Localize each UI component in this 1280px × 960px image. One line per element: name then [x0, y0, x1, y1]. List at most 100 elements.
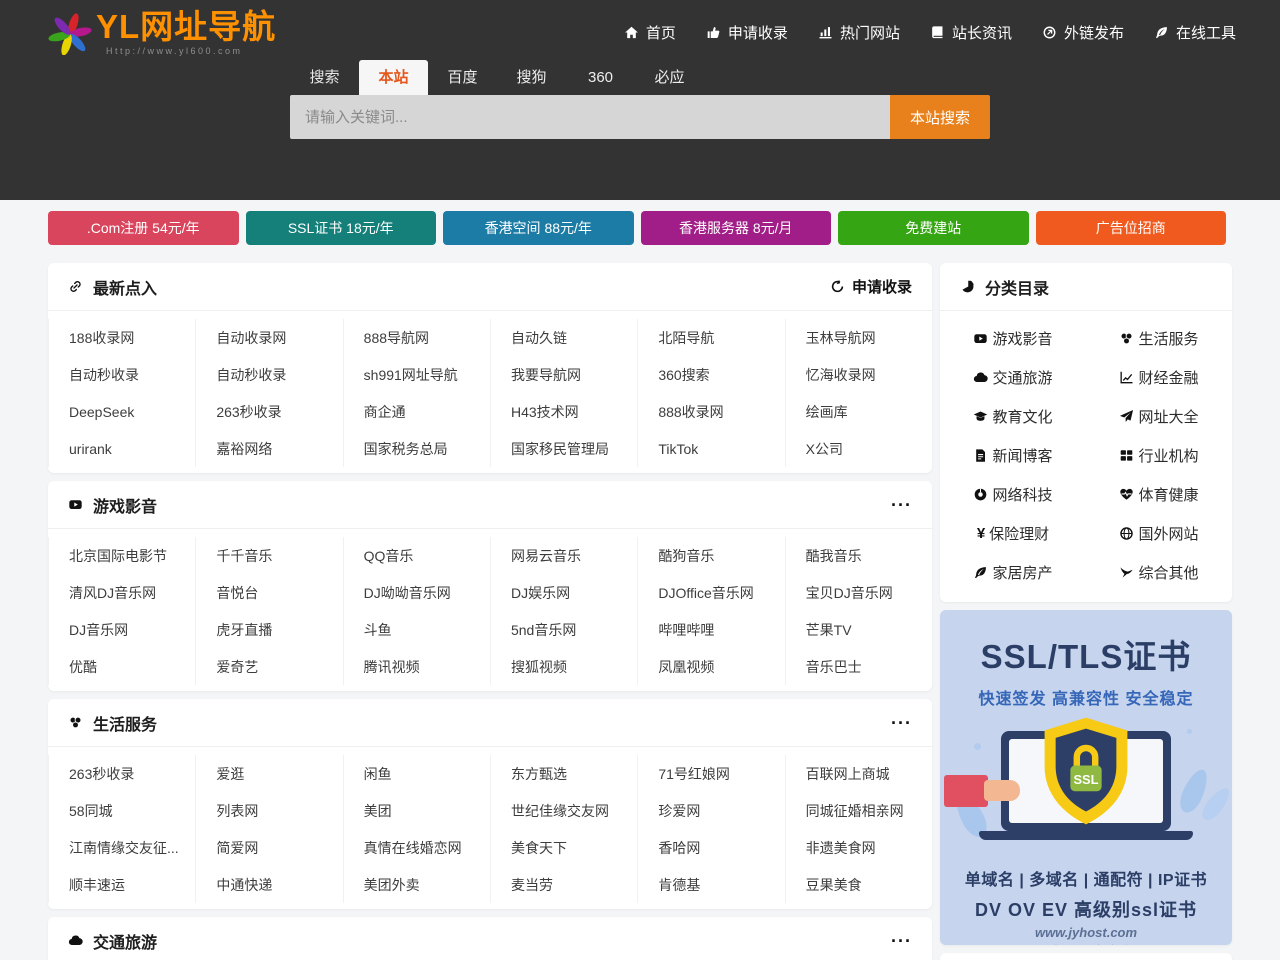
- site-link[interactable]: 自动秒收录: [48, 356, 195, 393]
- site-link[interactable]: 凤凰视频: [637, 648, 784, 685]
- site-link[interactable]: 我要导航网: [490, 356, 637, 393]
- search-button[interactable]: 本站搜索: [890, 95, 990, 139]
- site-link[interactable]: 非遗美食网: [785, 829, 932, 866]
- promo-banner[interactable]: SSL证书 18元/年: [246, 211, 437, 245]
- site-link[interactable]: 腾讯视频: [343, 648, 490, 685]
- site-link[interactable]: 珍爱网: [637, 792, 784, 829]
- site-link[interactable]: 音乐巴士: [785, 648, 932, 685]
- site-link[interactable]: 中通快递: [195, 866, 342, 903]
- site-link[interactable]: 豆果美食: [785, 866, 932, 903]
- site-link[interactable]: 香哈网: [637, 829, 784, 866]
- ssl-ad-banner[interactable]: SSL/TLS证书 快速签发 高兼容性 安全稳定 SSL: [940, 610, 1232, 945]
- search-engine-tab[interactable]: 必应: [635, 60, 704, 95]
- promo-banner[interactable]: 广告位招商: [1036, 211, 1227, 245]
- nav-item[interactable]: 热门网站: [818, 22, 900, 43]
- site-link[interactable]: 爱逛: [195, 755, 342, 792]
- site-link[interactable]: X公司: [785, 430, 932, 467]
- category-item[interactable]: 家居房产: [940, 553, 1086, 592]
- site-link[interactable]: 美团: [343, 792, 490, 829]
- category-item[interactable]: 财经金融: [1086, 358, 1232, 397]
- site-link[interactable]: 自动久链: [490, 319, 637, 356]
- site-link[interactable]: 888导航网: [343, 319, 490, 356]
- search-engine-tab[interactable]: 搜狗: [497, 60, 566, 95]
- category-item[interactable]: ¥保险理财: [940, 514, 1086, 553]
- category-item[interactable]: 体育健康: [1086, 475, 1232, 514]
- site-link[interactable]: 国家移民管理局: [490, 430, 637, 467]
- section-more-button[interactable]: ···: [891, 496, 912, 514]
- site-link[interactable]: 北陌导航: [637, 319, 784, 356]
- site-link[interactable]: 江南情缘交友征...: [48, 829, 195, 866]
- site-link[interactable]: 360搜索: [637, 356, 784, 393]
- site-link[interactable]: QQ音乐: [343, 537, 490, 574]
- site-link[interactable]: DJ娱乐网: [490, 574, 637, 611]
- nav-item[interactable]: 站长资讯: [930, 22, 1012, 43]
- search-engine-tab[interactable]: 360: [566, 60, 635, 95]
- promo-banner[interactable]: .Com注册 54元/年: [48, 211, 239, 245]
- site-link[interactable]: urirank: [48, 430, 195, 467]
- site-link[interactable]: sh991网址导航: [343, 356, 490, 393]
- site-link[interactable]: 5nd音乐网: [490, 611, 637, 648]
- site-link[interactable]: 美食天下: [490, 829, 637, 866]
- promo-banner[interactable]: 香港服务器 8元/月: [641, 211, 832, 245]
- site-link[interactable]: 优酷: [48, 648, 195, 685]
- site-link[interactable]: 麦当劳: [490, 866, 637, 903]
- site-link[interactable]: 玉林导航网: [785, 319, 932, 356]
- site-link[interactable]: 美团外卖: [343, 866, 490, 903]
- category-item[interactable]: 交通旅游: [940, 358, 1086, 397]
- site-link[interactable]: DJOffice音乐网: [637, 574, 784, 611]
- site-link[interactable]: 自动收录网: [195, 319, 342, 356]
- site-link[interactable]: 顺丰速运: [48, 866, 195, 903]
- site-link[interactable]: DJ音乐网: [48, 611, 195, 648]
- site-link[interactable]: 百联网上商城: [785, 755, 932, 792]
- site-link[interactable]: 虎牙直播: [195, 611, 342, 648]
- site-link[interactable]: 搜狐视频: [490, 648, 637, 685]
- search-engine-tab[interactable]: 百度: [428, 60, 497, 95]
- search-input[interactable]: [290, 95, 890, 139]
- site-link[interactable]: 哔哩哔哩: [637, 611, 784, 648]
- site-link[interactable]: 音悦台: [195, 574, 342, 611]
- site-link[interactable]: 同城征婚相亲网: [785, 792, 932, 829]
- site-link[interactable]: 芒果TV: [785, 611, 932, 648]
- category-item[interactable]: 游戏影音: [940, 319, 1086, 358]
- site-link[interactable]: 888收录网: [637, 393, 784, 430]
- site-link[interactable]: 263秒收录: [195, 393, 342, 430]
- promo-banner[interactable]: 免费建站: [838, 211, 1029, 245]
- category-item[interactable]: 网址大全: [1086, 397, 1232, 436]
- site-link[interactable]: 北京国际电影节: [48, 537, 195, 574]
- site-link[interactable]: 闲鱼: [343, 755, 490, 792]
- site-link[interactable]: 宝贝DJ音乐网: [785, 574, 932, 611]
- site-link[interactable]: TikTok: [637, 430, 784, 467]
- nav-item[interactable]: 外链发布: [1042, 22, 1124, 43]
- site-link[interactable]: 绘画库: [785, 393, 932, 430]
- site-link[interactable]: 自动秒收录: [195, 356, 342, 393]
- category-item[interactable]: 教育文化: [940, 397, 1086, 436]
- site-link[interactable]: 酷我音乐: [785, 537, 932, 574]
- promo-banner[interactable]: 香港空间 88元/年: [443, 211, 634, 245]
- search-engine-tab[interactable]: 本站: [359, 60, 428, 95]
- nav-item[interactable]: 在线工具: [1154, 22, 1236, 43]
- site-link[interactable]: 真情在线婚恋网: [343, 829, 490, 866]
- site-link[interactable]: 列表网: [195, 792, 342, 829]
- site-link[interactable]: 嘉裕网络: [195, 430, 342, 467]
- section-more-button[interactable]: ···: [891, 714, 912, 732]
- nav-item[interactable]: 申请收录: [706, 22, 788, 43]
- site-link[interactable]: 简爱网: [195, 829, 342, 866]
- site-link[interactable]: 国家税务总局: [343, 430, 490, 467]
- site-link[interactable]: 网易云音乐: [490, 537, 637, 574]
- site-link[interactable]: DJ呦呦音乐网: [343, 574, 490, 611]
- site-link[interactable]: 263秒收录: [48, 755, 195, 792]
- site-link[interactable]: 商企通: [343, 393, 490, 430]
- nav-item[interactable]: 首页: [624, 22, 676, 43]
- site-link[interactable]: 肯德基: [637, 866, 784, 903]
- site-link[interactable]: 世纪佳缘交友网: [490, 792, 637, 829]
- site-link[interactable]: 188收录网: [48, 319, 195, 356]
- section-more-button[interactable]: ···: [891, 932, 912, 950]
- site-link[interactable]: 酷狗音乐: [637, 537, 784, 574]
- category-item[interactable]: 网络科技: [940, 475, 1086, 514]
- site-link[interactable]: 忆海收录网: [785, 356, 932, 393]
- category-item[interactable]: 新闻博客: [940, 436, 1086, 475]
- site-link[interactable]: DeepSeek: [48, 393, 195, 430]
- apply-listing-link[interactable]: 申请收录: [830, 276, 912, 297]
- site-link[interactable]: H43技术网: [490, 393, 637, 430]
- site-logo[interactable]: YL网址导航 Http://www.yl600.com: [48, 10, 276, 56]
